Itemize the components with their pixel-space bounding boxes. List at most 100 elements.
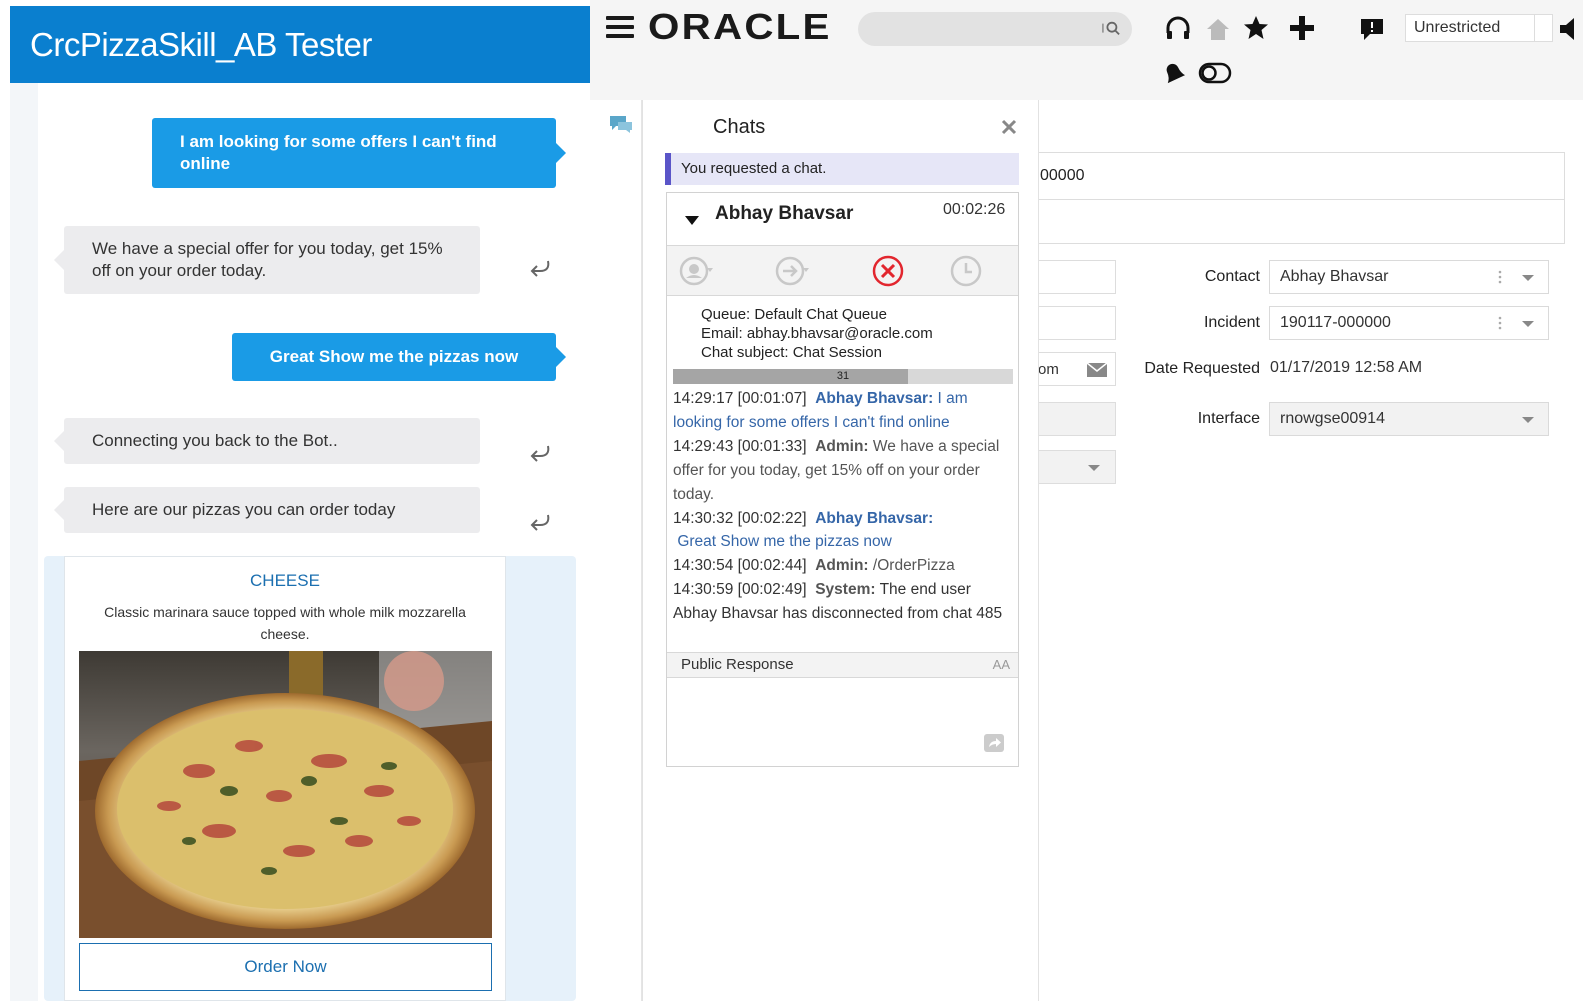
contact-field[interactable]: Abhay Bhavsar [1269, 260, 1549, 294]
partial-field[interactable] [1038, 402, 1116, 436]
partial-field[interactable] [1038, 260, 1116, 294]
reply-icon[interactable] [528, 443, 552, 463]
star-icon[interactable] [1242, 14, 1270, 42]
response-textarea[interactable] [667, 679, 1018, 767]
interface-select[interactable]: rnowgse00914 [1269, 402, 1549, 436]
clock-icon[interactable] [949, 254, 983, 288]
chat-action-toolbar [667, 246, 1018, 296]
envelope-icon[interactable] [1086, 362, 1108, 378]
plus-icon[interactable] [1288, 14, 1316, 42]
chat-email: Email: abhay.bhavsar@oracle.com [701, 325, 933, 342]
pizza-image [79, 651, 492, 938]
transcript-entry: 14:30:59 [00:02:49] System: The end user… [673, 578, 1013, 626]
chat-elapsed-time: 00:02:26 [943, 201, 1006, 218]
transcript-stamp: 14:30:59 [00:02:49] [673, 581, 807, 599]
chat-transcript: 14:29:17 [00:01:07] Abhay Bhavsar: I am … [673, 387, 1013, 626]
incident-field[interactable]: 190117-000000 [1269, 306, 1549, 340]
drag-handle-icon[interactable] [1498, 316, 1502, 330]
card-title: CHEESE [250, 571, 320, 590]
font-size-button[interactable]: AA [993, 653, 1010, 677]
chat-queue: Queue: Default Chat Queue [701, 306, 887, 323]
transcript-entry: 14:30:32 [00:02:22] Abhay Bhavsar: Great… [673, 507, 1013, 555]
hamburger-menu-icon[interactable] [606, 16, 634, 38]
home-icon[interactable] [1204, 15, 1232, 43]
partial-field[interactable] [1038, 306, 1116, 340]
bot-message: Here are our pizzas you can order today [54, 487, 480, 533]
transcript-text: Great Show me the pizzas now [677, 533, 892, 551]
transcript-stamp: 14:30:54 [00:02:44] [673, 557, 807, 575]
incident-label: Incident [1203, 314, 1260, 331]
pizza-card: CHEESE Classic marinara sauce topped wit… [64, 556, 506, 1001]
partial-select[interactable] [1038, 450, 1116, 484]
email-field[interactable]: om [1038, 352, 1116, 386]
bell-icon[interactable] [1160, 60, 1186, 86]
bot-message: Connecting you back to the Bot.. [54, 418, 480, 464]
site-selector-value: Unrestricted [1414, 19, 1501, 36]
response-type-bar[interactable]: Public Response AA [667, 652, 1018, 678]
chevron-down-icon[interactable] [1088, 465, 1100, 471]
contact-label: Contact [1204, 268, 1260, 285]
chat-info: Queue: Default Chat Queue Email: abhay.b… [701, 305, 933, 362]
transcript-text: /OrderPizza [872, 557, 955, 575]
drag-handle-icon[interactable] [1498, 270, 1502, 284]
reply-icon[interactable] [528, 512, 552, 532]
workspace-row [1038, 200, 1565, 244]
tester-title: CrcPizzaSkill_AB Tester [10, 6, 590, 83]
contact-value: Abhay Bhavsar [1280, 268, 1389, 285]
bot-message: We have a special offer for you today, g… [54, 226, 480, 294]
chevron-down-icon[interactable] [1534, 15, 1552, 41]
site-selector[interactable]: Unrestricted [1405, 14, 1553, 42]
chat-requested-notice: You requested a chat. [665, 153, 1019, 185]
speaker-icon[interactable] [1558, 15, 1578, 43]
end-chat-icon[interactable] [871, 254, 905, 288]
user-message: Great Show me the pizzas now [232, 333, 566, 381]
close-icon[interactable] [1000, 118, 1018, 136]
transcript-speaker: Abhay Bhavsar: [815, 509, 934, 527]
top-toolbar: ORACLE Unrestricted [590, 0, 1583, 100]
caret-down-icon[interactable] [685, 215, 699, 225]
chevron-down-icon[interactable] [1522, 417, 1534, 423]
email-field-value: om [1038, 361, 1059, 378]
interface-label: Interface [1197, 410, 1260, 427]
chat-session: Abhay Bhavsar 00:02:26 Queue: Default Ch… [666, 192, 1019, 767]
headset-icon[interactable] [1164, 15, 1192, 43]
transcript-stamp: 14:29:43 [00:01:33] [673, 437, 807, 455]
transcript-entry: 14:30:54 [00:02:44] Admin: /OrderPizza [673, 554, 1013, 578]
toggle-icon[interactable] [1198, 62, 1232, 84]
chat-customer-name: Abhay Bhavsar [715, 203, 854, 224]
pizza-photo [79, 651, 492, 938]
tester-panel: CrcPizzaSkill_AB Tester I am looking for… [10, 6, 590, 1001]
order-now-button[interactable]: Order Now [79, 943, 492, 991]
screen: CrcPizzaSkill_AB Tester I am looking for… [0, 0, 1583, 1001]
workspace-header-field: 00000 [1038, 152, 1565, 200]
reply-icon[interactable] [528, 258, 552, 278]
transcript-speaker: Admin: [815, 437, 869, 455]
chevron-down-icon[interactable] [1522, 275, 1534, 281]
incident-value: 190117-000000 [1280, 314, 1391, 331]
search-icon[interactable] [1102, 20, 1120, 38]
response-type-label: Public Response [681, 656, 794, 673]
date-requested-label: Date Requested [1144, 360, 1260, 377]
left-rail [590, 100, 642, 1001]
incident-workspace: 00000 om Contact Abhay Bhavsar Incident … [1038, 100, 1583, 1001]
chat-bubble-icon[interactable] [608, 114, 634, 134]
feedback-icon[interactable] [1358, 15, 1386, 43]
transcript-entry: 14:29:17 [00:01:07] Abhay Bhavsar: I am … [673, 387, 1013, 435]
chevron-down-icon[interactable] [1522, 321, 1534, 327]
search-input[interactable] [858, 12, 1132, 46]
transcript-speaker: Admin: [815, 557, 869, 575]
oracle-logo: ORACLE [648, 6, 832, 47]
chat-progress-bar: 31 [673, 369, 1013, 384]
transcript-speaker: Abhay Bhavsar: [815, 390, 934, 407]
transcript-entry: 14:29:43 [00:01:33] Admin: We have a spe… [673, 435, 1013, 507]
transfer-icon[interactable] [775, 254, 809, 288]
chat-progress-label: 31 [836, 370, 850, 382]
send-icon[interactable] [983, 733, 1005, 753]
interface-value: rnowgse00914 [1280, 410, 1385, 427]
card-carousel: CHEESE Classic marinara sauce topped wit… [44, 556, 576, 1001]
card-description: Classic marinara sauce topped with whole… [104, 604, 466, 642]
transcript-stamp: 14:30:32 [00:02:22] [673, 509, 807, 527]
agent-icon[interactable] [679, 254, 713, 288]
chats-title: Chats [713, 116, 766, 138]
tester-margin [10, 83, 38, 1001]
